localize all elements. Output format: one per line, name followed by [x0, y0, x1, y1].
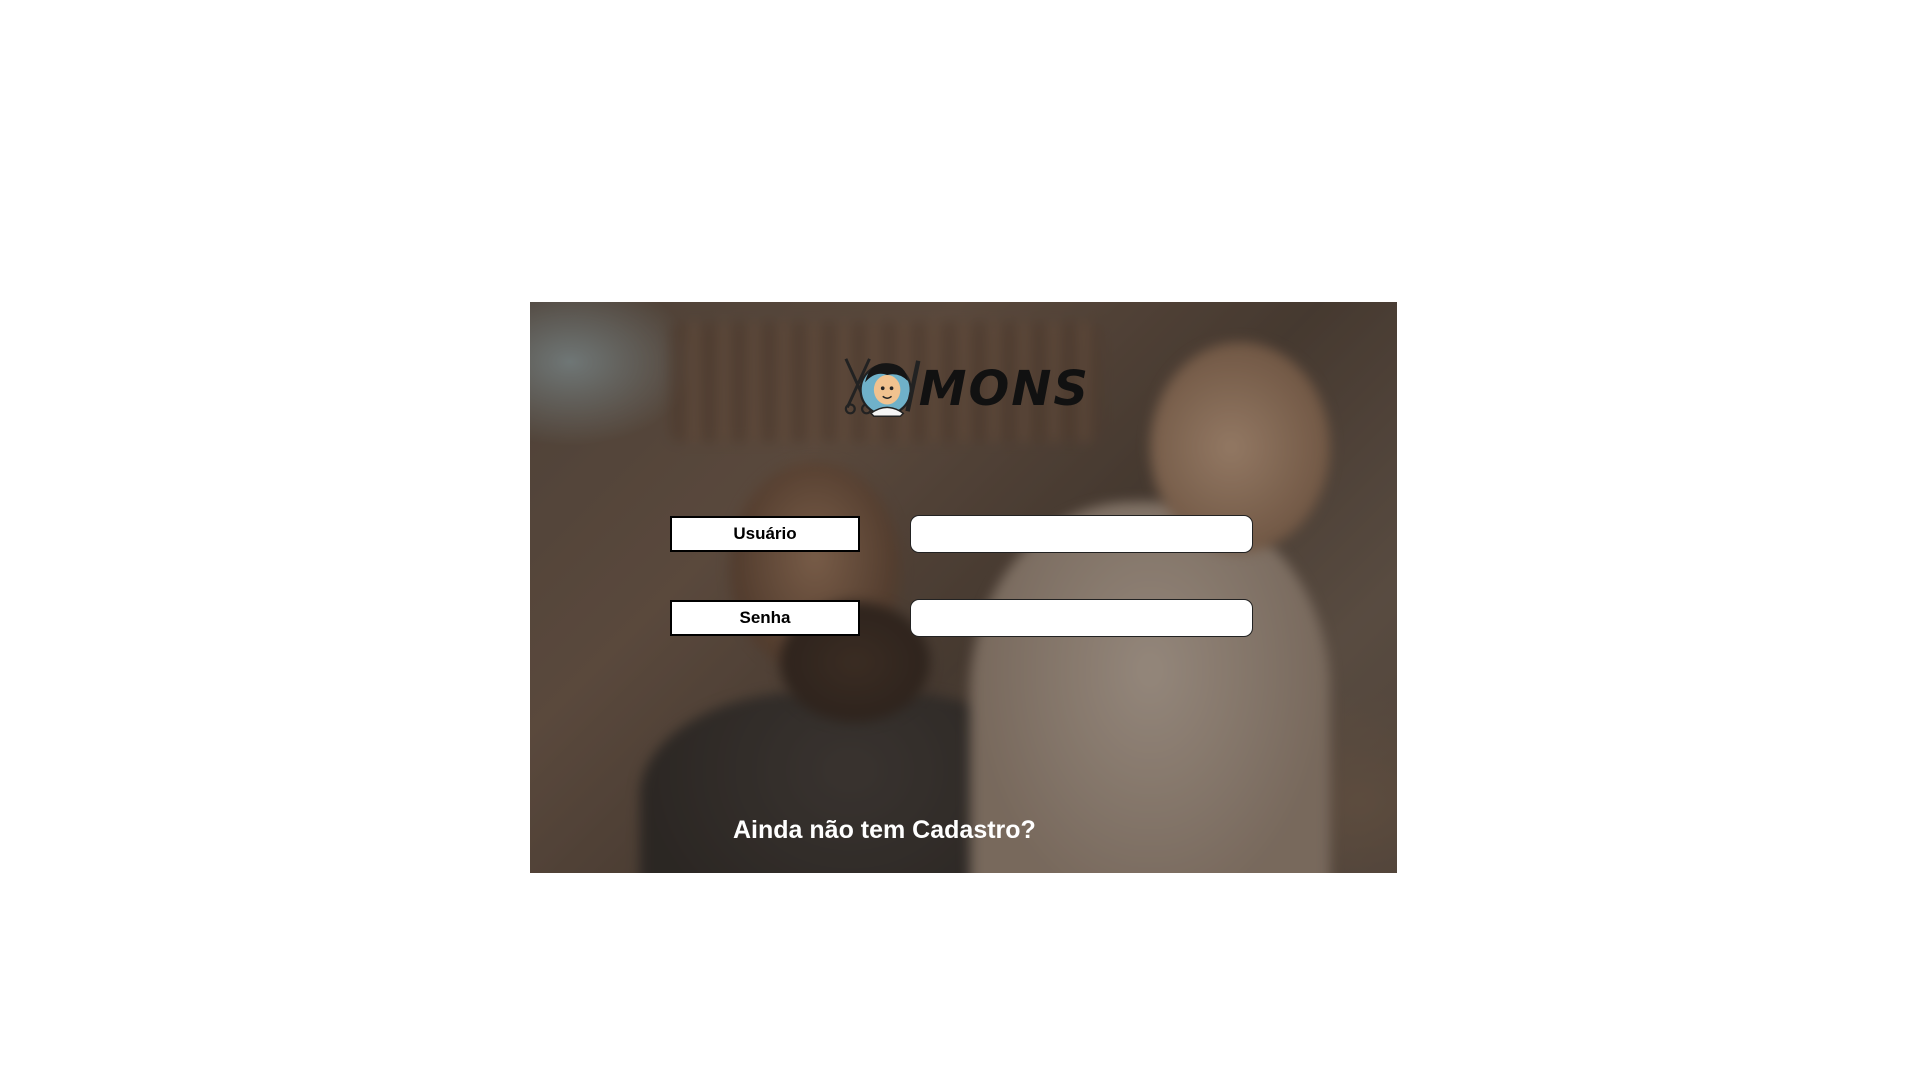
barber-mascot-icon: [844, 358, 921, 417]
brand-logo-text: MONS: [918, 361, 1090, 417]
brand-logo: MONS: [840, 344, 1090, 434]
login-card: MONS Usuário Senha Ainda não tem Cadastr…: [530, 302, 1397, 873]
signup-link[interactable]: Ainda não tem Cadastro?: [733, 816, 1036, 845]
username-input[interactable]: [910, 515, 1253, 553]
password-label: Senha: [670, 600, 860, 636]
password-input[interactable]: [910, 599, 1253, 637]
username-label: Usuário: [670, 516, 860, 552]
